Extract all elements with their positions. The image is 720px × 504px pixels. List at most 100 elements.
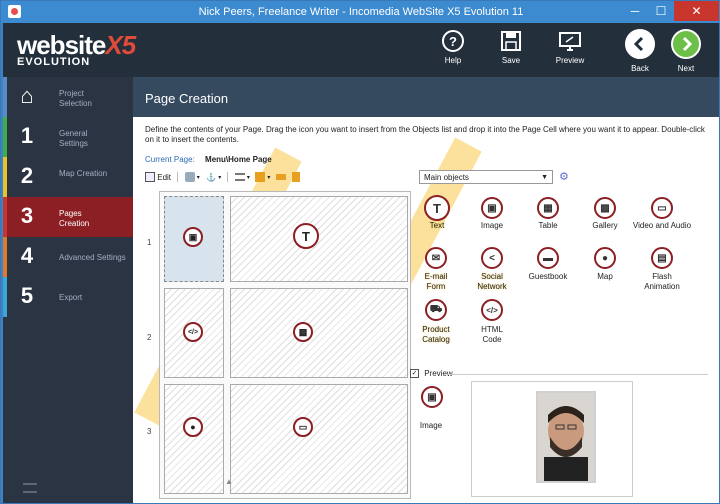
text-icon[interactable]: T bbox=[293, 223, 319, 249]
map-object-icon[interactable]: ● bbox=[594, 247, 616, 269]
object-label: E-mail Form bbox=[424, 272, 448, 291]
settings-icon[interactable]: ⚙ bbox=[559, 170, 569, 183]
panel-title: Page Creation bbox=[145, 91, 229, 106]
step-color-bar bbox=[3, 197, 7, 237]
back-button[interactable] bbox=[625, 29, 655, 59]
next-button[interactable] bbox=[671, 29, 701, 59]
product-catalog-object-icon[interactable]: ⛟ bbox=[425, 299, 447, 321]
image-object-icon[interactable]: ▣ bbox=[481, 197, 503, 219]
help-icon: ? bbox=[442, 30, 464, 52]
step-label: Project Selection bbox=[59, 89, 92, 108]
svg-text:?: ? bbox=[449, 34, 457, 49]
layout-icon[interactable] bbox=[255, 172, 266, 182]
object-label: Flash Animation bbox=[644, 272, 680, 291]
close-button[interactable]: ✕ bbox=[674, 1, 719, 21]
dropdown-value: Main objects bbox=[424, 173, 469, 182]
email-form-object-icon[interactable]: ✉ bbox=[425, 247, 447, 269]
dropdown-caret-icon[interactable]: ▾ bbox=[267, 174, 270, 181]
step-color-bar bbox=[3, 77, 7, 117]
minimize-button[interactable]: ─ bbox=[622, 1, 648, 21]
page-cell[interactable] bbox=[230, 196, 408, 282]
current-page-value: Menu\Home Page bbox=[205, 155, 272, 164]
sidebar-item-map-creation[interactable]: 2 Map Creation bbox=[3, 157, 133, 197]
map-icon[interactable]: ● bbox=[183, 417, 203, 437]
app-logo: websiteX5 EVOLUTION bbox=[17, 30, 136, 68]
page-cell[interactable] bbox=[230, 384, 408, 494]
step-label: Pages Creation bbox=[59, 209, 90, 228]
sidebar-item-project-selection[interactable]: ⌂ Project Selection bbox=[3, 77, 133, 117]
step-color-bar bbox=[3, 157, 7, 197]
video-audio-icon[interactable]: ▭ bbox=[293, 417, 313, 437]
main-toolbar: websiteX5 EVOLUTION ? Help Save Preview … bbox=[3, 23, 719, 77]
anchor-icon[interactable]: ⚓ bbox=[206, 173, 216, 182]
step-number: 3 bbox=[20, 203, 34, 228]
step-label: General Settings bbox=[59, 129, 88, 148]
merge-icon[interactable] bbox=[291, 172, 300, 182]
chevron-down-icon: ▼ bbox=[541, 174, 548, 181]
save-icon bbox=[501, 31, 521, 51]
object-label: Guestbook bbox=[528, 272, 568, 281]
step-number: 1 bbox=[20, 123, 34, 148]
app-window: Nick Peers, Freelance Writer - Incomedia… bbox=[0, 0, 720, 504]
divider bbox=[448, 374, 708, 375]
object-label: Product Catalog bbox=[422, 325, 450, 344]
copy-style-icon[interactable] bbox=[184, 172, 195, 182]
sidebar-item-advanced-settings[interactable]: 4 Advanced Settings bbox=[3, 237, 133, 277]
html-code-icon[interactable]: </> bbox=[183, 322, 203, 342]
preview-toggle[interactable]: ✓ Preview bbox=[410, 369, 453, 379]
current-page-label: Current Page: bbox=[145, 155, 195, 164]
logo-version: X5 bbox=[105, 30, 136, 60]
home-icon: ⌂ bbox=[20, 83, 34, 108]
page-description: Define the contents of your Page. Drag t… bbox=[145, 125, 705, 144]
align-icon[interactable] bbox=[275, 174, 286, 180]
preview-checkbox[interactable]: ✓ bbox=[410, 369, 419, 379]
preview-image-icon: ▣ bbox=[421, 386, 443, 408]
sidebar-item-general-settings[interactable]: 1 General Settings bbox=[3, 117, 133, 157]
next-arrow-icon bbox=[682, 36, 693, 52]
dropdown-caret-icon[interactable]: ▾ bbox=[247, 174, 250, 181]
steps-sidebar: ⌂ Project Selection 1 General Settings 2… bbox=[3, 77, 133, 503]
insert-row-icon[interactable] bbox=[234, 173, 245, 181]
current-page: Current Page: Menu\Home Page bbox=[145, 155, 272, 164]
sidebar-item-pages-creation[interactable]: 3 Pages Creation bbox=[3, 197, 133, 237]
video-audio-object-icon[interactable]: ▭ bbox=[651, 197, 673, 219]
preview-label: Preview bbox=[555, 56, 585, 65]
text-object-icon[interactable]: T bbox=[424, 195, 450, 221]
gallery-object-icon[interactable]: ▩ bbox=[594, 197, 616, 219]
help-button[interactable]: ? Help bbox=[431, 29, 475, 65]
html-code-object-icon[interactable]: </> bbox=[481, 299, 503, 321]
main-panel: Page Creation Define the contents of you… bbox=[133, 77, 719, 503]
dropdown-caret-icon[interactable]: ▾ bbox=[218, 174, 221, 181]
object-label: Text bbox=[429, 221, 445, 230]
step-label: Map Creation bbox=[59, 169, 108, 178]
objects-category-dropdown[interactable]: Main objects ▼ bbox=[419, 170, 553, 184]
sidebar-item-export[interactable]: 5 Export bbox=[3, 277, 133, 317]
menu-icon[interactable] bbox=[23, 483, 37, 493]
editor-toolbar: Edit ▾ ⚓ ▾ ▾ ▾ bbox=[145, 172, 300, 186]
back-label: Back bbox=[631, 64, 649, 73]
step-label: Export bbox=[59, 293, 83, 302]
page-cell[interactable] bbox=[230, 288, 408, 378]
panel-header: Page Creation bbox=[133, 77, 719, 117]
preview-button[interactable]: Preview bbox=[548, 29, 592, 65]
preview-icon bbox=[559, 32, 581, 51]
window-title: Nick Peers, Freelance Writer - Incomedia… bbox=[198, 6, 524, 18]
page-cell[interactable] bbox=[164, 384, 224, 494]
row-number: 1 bbox=[147, 238, 152, 247]
dropdown-caret-icon[interactable]: ▾ bbox=[197, 174, 200, 181]
gallery-icon[interactable]: ▩ bbox=[293, 322, 313, 342]
edit-button[interactable]: Edit bbox=[157, 173, 171, 182]
object-label: Social Network bbox=[477, 272, 507, 291]
step-number: 2 bbox=[20, 163, 34, 188]
separator bbox=[177, 172, 179, 182]
guestbook-object-icon[interactable]: ▬ bbox=[537, 247, 559, 269]
table-object-icon[interactable]: ▦ bbox=[537, 197, 559, 219]
resize-handle-icon[interactable]: ▲ bbox=[225, 477, 233, 486]
save-button[interactable]: Save bbox=[489, 29, 533, 65]
title-bar: Nick Peers, Freelance Writer - Incomedia… bbox=[1, 1, 720, 23]
flash-animation-object-icon[interactable]: ▤ bbox=[651, 247, 673, 269]
edit-icon[interactable] bbox=[145, 172, 155, 182]
image-icon[interactable]: ▣ bbox=[183, 227, 203, 247]
maximize-button[interactable]: ☐ bbox=[648, 1, 674, 21]
social-network-object-icon[interactable]: < bbox=[481, 247, 503, 269]
